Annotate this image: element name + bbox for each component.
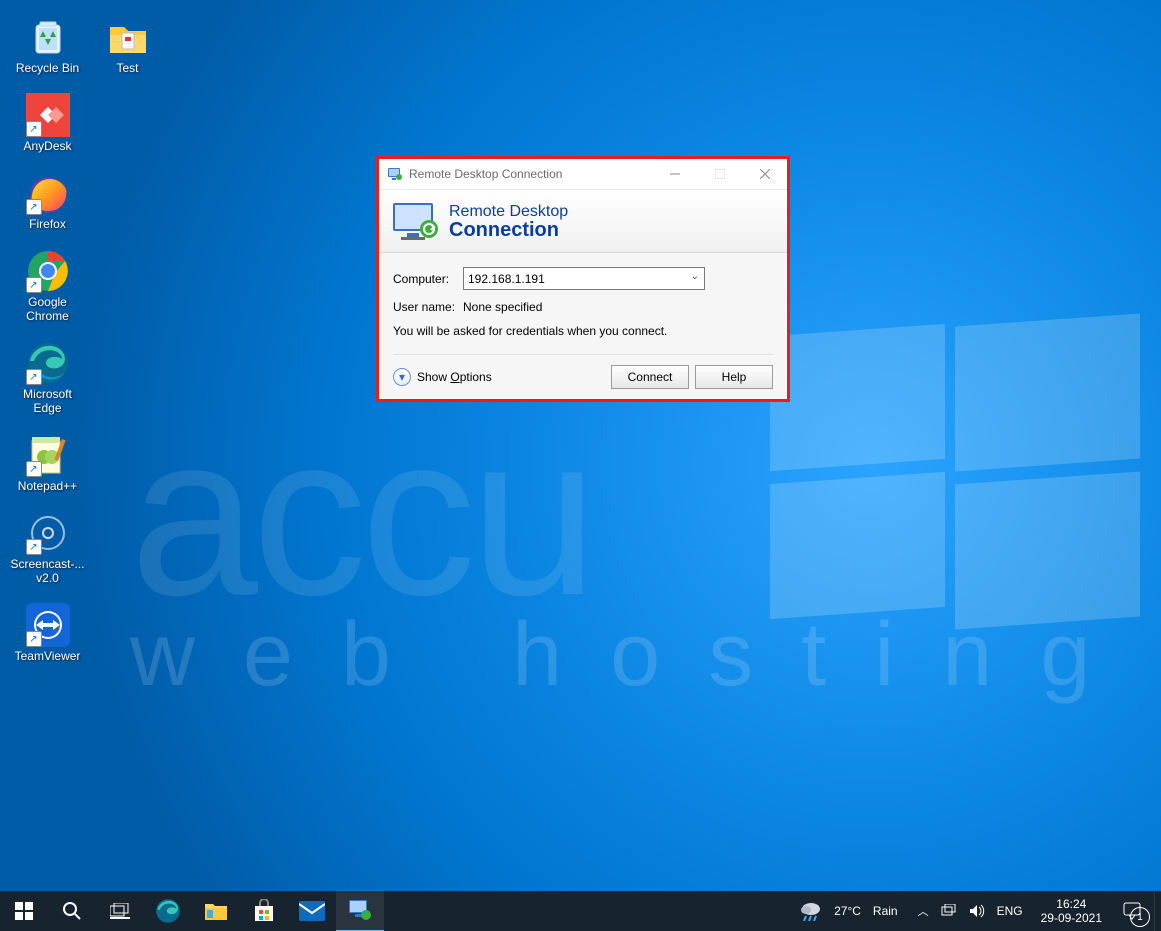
task-view-icon xyxy=(110,903,130,919)
show-options-toggle[interactable]: ▾ Show Options xyxy=(393,368,492,386)
desktop-icon-label: Microsoft Edge xyxy=(10,387,85,415)
dialog-body: Computer: 192.168.1.191 ⌄ User name: Non… xyxy=(379,253,787,399)
desktop-icon-label: Screencast-... v2.0 xyxy=(10,557,85,585)
maximize-button[interactable] xyxy=(697,159,742,189)
chrome-icon: ↗ xyxy=(26,249,70,293)
desktop-icon-test-folder[interactable]: Test xyxy=(90,15,165,75)
search-icon xyxy=(62,901,82,921)
desktop-icon-anydesk[interactable]: ↗ AnyDesk xyxy=(10,93,85,153)
desktop-icon-column: Recycle Bin ↗ AnyDesk ↗ Firefox ↗ Google… xyxy=(10,15,95,681)
dialog-footer: ▾ Show Options Connect Help xyxy=(393,354,773,389)
weather-condition: Rain xyxy=(873,904,898,918)
task-view-button[interactable] xyxy=(96,891,144,931)
computer-value: 192.168.1.191 xyxy=(468,272,545,286)
tray-overflow-button[interactable]: ︿ xyxy=(918,903,929,919)
anydesk-icon: ↗ xyxy=(26,93,70,137)
weather-widget[interactable]: 27°C Rain xyxy=(790,901,908,921)
shortcut-arrow-icon: ↗ xyxy=(26,461,42,477)
desktop-icon-label: Notepad++ xyxy=(10,479,85,493)
banner-line2: Connection xyxy=(449,221,568,239)
shortcut-arrow-icon: ↗ xyxy=(26,369,42,385)
action-center-button[interactable]: 1 xyxy=(1110,891,1154,931)
rdc-title-icon xyxy=(387,166,403,182)
clock-date: 29-09-2021 xyxy=(1041,911,1102,925)
show-desktop-button[interactable] xyxy=(1154,891,1161,931)
desktop-icon-column-2: Test xyxy=(90,15,165,93)
desktop-icon-label: Google Chrome xyxy=(10,295,85,323)
desktop-icon-teamviewer[interactable]: ↗ TeamViewer xyxy=(10,603,85,663)
desktop-icon-chrome[interactable]: ↗ Google Chrome xyxy=(10,249,85,323)
username-label: User name: xyxy=(393,300,463,314)
edge-icon xyxy=(155,898,181,924)
file-explorer-icon xyxy=(204,900,228,922)
desktop-screen: accu web hosting Recycle Bin ↗ AnyDesk ↗… xyxy=(0,0,1161,931)
minimize-button[interactable] xyxy=(652,159,697,189)
computer-combobox[interactable]: 192.168.1.191 ⌄ xyxy=(463,267,705,290)
shortcut-arrow-icon: ↗ xyxy=(26,121,42,137)
watermark-accu: accu xyxy=(130,400,592,630)
windows-logo-watermark xyxy=(770,330,1140,620)
taskbar-clock[interactable]: 16:24 29-09-2021 xyxy=(1033,897,1110,925)
taskbar: 27°C Rain ︿ ENG 16:24 29-09-2021 1 xyxy=(0,891,1161,931)
taskbar-app-rdc[interactable] xyxy=(336,890,384,931)
shortcut-arrow-icon: ↗ xyxy=(26,199,42,215)
desktop-icon-label: TeamViewer xyxy=(10,649,85,663)
shortcut-arrow-icon: ↗ xyxy=(26,539,42,555)
desktop-icon-screencast[interactable]: ↗ Screencast-... v2.0 xyxy=(10,511,85,585)
credentials-hint: You will be asked for credentials when y… xyxy=(393,324,773,338)
taskbar-app-edge[interactable] xyxy=(144,891,192,931)
folder-icon xyxy=(106,15,150,59)
search-button[interactable] xyxy=(48,891,96,931)
shortcut-arrow-icon: ↗ xyxy=(26,631,42,647)
taskbar-app-explorer[interactable] xyxy=(192,891,240,931)
desktop-icon-recycle-bin[interactable]: Recycle Bin xyxy=(10,15,85,75)
chevron-down-icon: ⌄ xyxy=(691,271,699,282)
chevron-down-icon: ▾ xyxy=(393,368,411,386)
language-indicator[interactable]: ENG xyxy=(997,904,1023,918)
teamviewer-icon: ↗ xyxy=(26,603,70,647)
network-icon[interactable] xyxy=(941,904,957,918)
edge-icon: ↗ xyxy=(26,341,70,385)
taskbar-app-mail[interactable] xyxy=(288,891,336,931)
windows-icon xyxy=(15,902,33,920)
computer-label: Computer: xyxy=(393,272,463,286)
rdc-icon xyxy=(348,899,372,921)
desktop-icon-label: Firefox xyxy=(10,217,85,231)
rain-icon xyxy=(800,901,822,921)
firefox-icon: ↗ xyxy=(26,171,70,215)
start-button[interactable] xyxy=(0,891,48,931)
close-button[interactable] xyxy=(742,159,787,189)
desktop-icon-label: AnyDesk xyxy=(10,139,85,153)
desktop-icon-firefox[interactable]: ↗ Firefox xyxy=(10,171,85,231)
show-options-label: Show Options xyxy=(417,370,492,384)
connect-button[interactable]: Connect xyxy=(611,365,689,389)
clock-time: 16:24 xyxy=(1041,897,1102,911)
desktop-icon-label: Recycle Bin xyxy=(10,61,85,75)
dialog-titlebar[interactable]: Remote Desktop Connection xyxy=(379,159,787,190)
store-icon xyxy=(252,899,276,923)
notification-badge: 1 xyxy=(1130,907,1150,927)
username-value: None specified xyxy=(463,300,542,314)
desktop-icon-edge[interactable]: ↗ Microsoft Edge xyxy=(10,341,85,415)
mail-icon xyxy=(299,901,325,921)
help-button[interactable]: Help xyxy=(695,365,773,389)
remote-desktop-dialog: Remote Desktop Connection Remote Desktop… xyxy=(376,156,790,402)
taskbar-app-store[interactable] xyxy=(240,891,288,931)
dialog-banner: Remote Desktop Connection xyxy=(379,190,787,253)
shortcut-arrow-icon: ↗ xyxy=(26,277,42,293)
notepadpp-icon: ↗ xyxy=(26,433,70,477)
rdc-banner-icon xyxy=(391,201,439,241)
screencast-icon: ↗ xyxy=(26,511,70,555)
desktop-icon-notepadpp[interactable]: ↗ Notepad++ xyxy=(10,433,85,493)
desktop-icon-label: Test xyxy=(90,61,165,75)
dialog-title: Remote Desktop Connection xyxy=(409,167,562,181)
weather-temp: 27°C xyxy=(834,904,861,918)
watermark-webhosting: web hosting xyxy=(130,610,1138,700)
recycle-bin-icon xyxy=(26,15,70,59)
volume-icon[interactable] xyxy=(969,904,985,918)
